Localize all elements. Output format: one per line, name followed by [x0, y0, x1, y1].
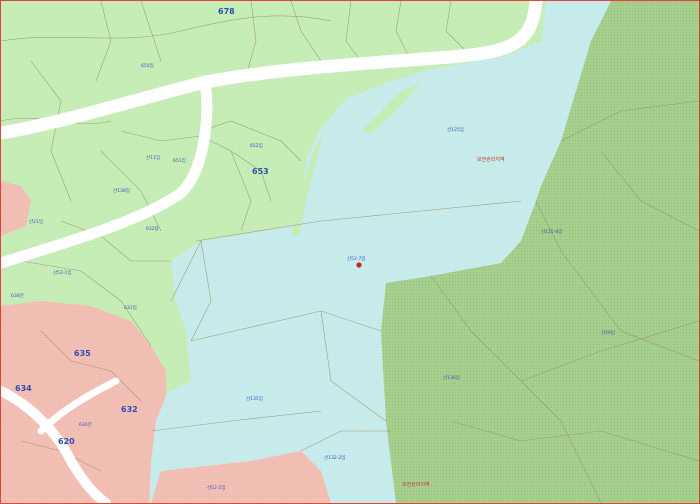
block-label-635: 635 — [74, 349, 91, 358]
parcel-label: 630전 — [79, 421, 92, 428]
parcel-label: 산11임 — [146, 154, 160, 161]
block-label-653: 653 — [252, 167, 269, 176]
parcel-label: 산29임 — [601, 329, 615, 336]
map-canvas[interactable]: 678 653 635 634 632 620 산52-7임 산125임 산12… — [1, 1, 699, 503]
parcel-label: 산138임 — [113, 187, 130, 194]
parcel-label: 638전 — [11, 292, 24, 299]
block-label-678: 678 — [218, 7, 235, 16]
zone-label: 보전관리지역 — [477, 156, 505, 163]
block-label-634: 634 — [15, 384, 32, 393]
parcel-label: 632답 — [146, 225, 159, 232]
parcel-label: 631임 — [124, 304, 137, 311]
parcel-label: 650임 — [141, 62, 154, 69]
block-label-620: 620 — [58, 437, 75, 446]
parcel-label: 산125-8임 — [541, 228, 562, 235]
parcel-label: 산132-2임 — [324, 454, 345, 461]
parcel-label: 651임 — [173, 157, 186, 164]
block-label-632: 632 — [121, 405, 138, 414]
cadastral-map[interactable]: 678 653 635 634 632 620 산52-7임 산125임 산12… — [0, 0, 700, 504]
zone-label: 보전관리지역 — [402, 481, 430, 488]
location-marker[interactable] — [356, 262, 362, 268]
parcel-label: 산135임 — [246, 395, 263, 402]
parcel-label: 산52-1임 — [53, 269, 72, 276]
parcel-label: 산136임 — [443, 374, 460, 381]
parcel-label: 산21임 — [29, 218, 43, 225]
parcel-label: 산52-2임 — [207, 484, 226, 491]
parcel-label: 산125임 — [447, 126, 464, 133]
parcel-label-target: 산52-7임 — [347, 255, 366, 262]
parcel-label: 652임 — [250, 142, 263, 149]
